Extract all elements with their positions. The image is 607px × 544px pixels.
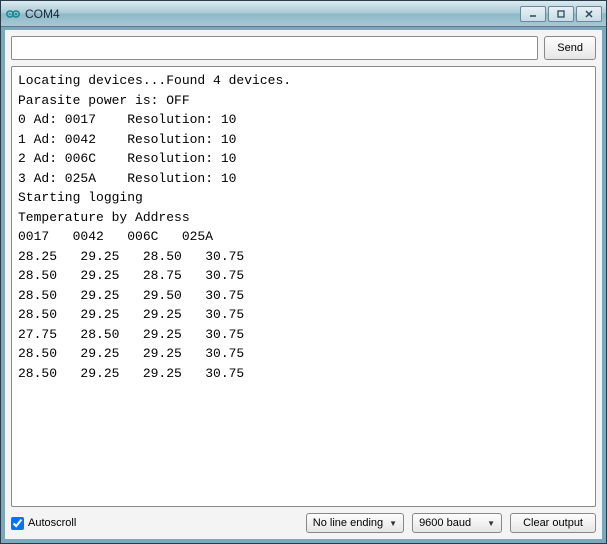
serial-input[interactable] xyxy=(11,36,538,60)
send-button[interactable]: Send xyxy=(544,36,596,60)
window-title: COM4 xyxy=(25,7,520,21)
titlebar: COM4 xyxy=(1,1,606,27)
client-area: Send Locating devices...Found 4 devices.… xyxy=(1,27,606,543)
close-button[interactable] xyxy=(576,6,602,22)
minimize-button[interactable] xyxy=(520,6,546,22)
autoscroll-checkbox[interactable]: Autoscroll xyxy=(11,517,76,530)
clear-output-button[interactable]: Clear output xyxy=(510,513,596,533)
maximize-button[interactable] xyxy=(548,6,574,22)
send-row: Send xyxy=(11,36,596,60)
autoscroll-label: Autoscroll xyxy=(28,517,76,529)
arduino-icon xyxy=(5,6,21,22)
serial-output[interactable]: Locating devices...Found 4 devices. Para… xyxy=(11,66,596,507)
serial-monitor-window: COM4 Send Locating devices...Found 4 dev… xyxy=(0,0,607,544)
autoscroll-input[interactable] xyxy=(11,517,24,530)
line-ending-select[interactable]: No line ending ▼ xyxy=(306,513,404,533)
line-ending-value: No line ending xyxy=(313,517,383,529)
baud-value: 9600 baud xyxy=(419,517,471,529)
baud-select[interactable]: 9600 baud ▼ xyxy=(412,513,502,533)
window-buttons xyxy=(520,6,602,22)
chevron-down-icon: ▼ xyxy=(487,519,495,528)
chevron-down-icon: ▼ xyxy=(389,519,397,528)
footer-row: Autoscroll No line ending ▼ 9600 baud ▼ … xyxy=(11,513,596,533)
